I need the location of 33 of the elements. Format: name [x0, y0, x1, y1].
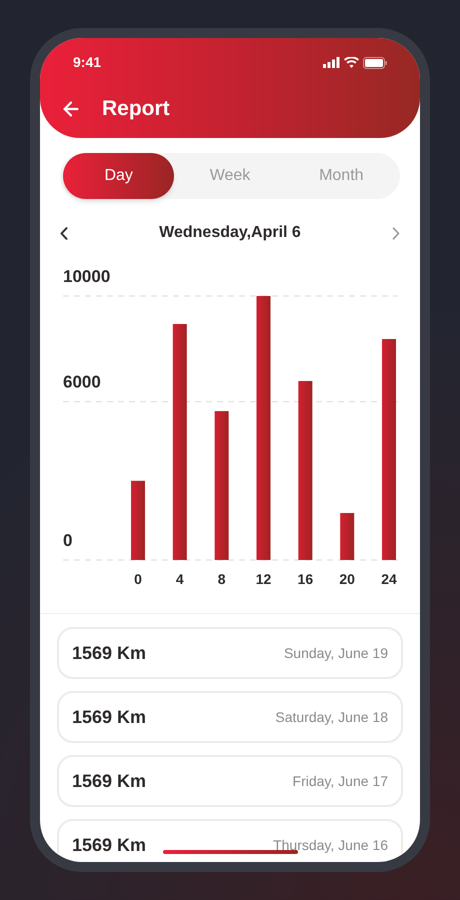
date-label: Wednesday,April 6 [159, 223, 301, 243]
previous-button[interactable] [60, 226, 68, 240]
wifi-icon [344, 57, 359, 68]
y-tick-label: 0 [63, 531, 72, 550]
trip-distance: 1569 Km [72, 770, 146, 792]
signal-icon [323, 57, 340, 68]
page-title: Report [102, 96, 170, 122]
trip-distance: 1569 Km [72, 642, 146, 664]
trip-card[interactable]: 1569 Km Friday, June 17 [57, 755, 403, 807]
trip-date: Sunday, June 19 [284, 644, 388, 663]
bar [340, 513, 354, 560]
chevron-left-icon [60, 226, 68, 240]
y-tick-label: 10000 [63, 267, 110, 286]
trip-date: Thursday, June 16 [273, 836, 388, 855]
battery-icon [363, 56, 387, 68]
x-tick-label: 24 [381, 571, 397, 587]
chevron-right-icon [392, 226, 400, 240]
trip-date: Friday, June 17 [292, 772, 388, 791]
next-button[interactable] [392, 226, 400, 240]
trip-distance: 1569 Km [72, 706, 146, 728]
y-tick-label: 6000 [63, 372, 101, 392]
status-time: 9:41 [73, 53, 102, 72]
x-tick-label: 20 [339, 571, 355, 587]
trip-date: Saturday, June 18 [275, 708, 388, 727]
x-tick-label: 8 [218, 571, 226, 587]
period-tab[interactable]: Day [63, 153, 174, 199]
x-tick-label: 4 [176, 571, 184, 587]
trip-distance: 1569 Km [72, 834, 146, 856]
trip-card[interactable]: 1569 Km Saturday, June 18 [57, 691, 403, 743]
x-tick-label: 0 [134, 571, 142, 587]
x-tick-label: 12 [256, 571, 272, 587]
x-tick-label: 16 [298, 571, 314, 587]
trip-card[interactable]: 1569 Km Sunday, June 19 [57, 627, 403, 679]
